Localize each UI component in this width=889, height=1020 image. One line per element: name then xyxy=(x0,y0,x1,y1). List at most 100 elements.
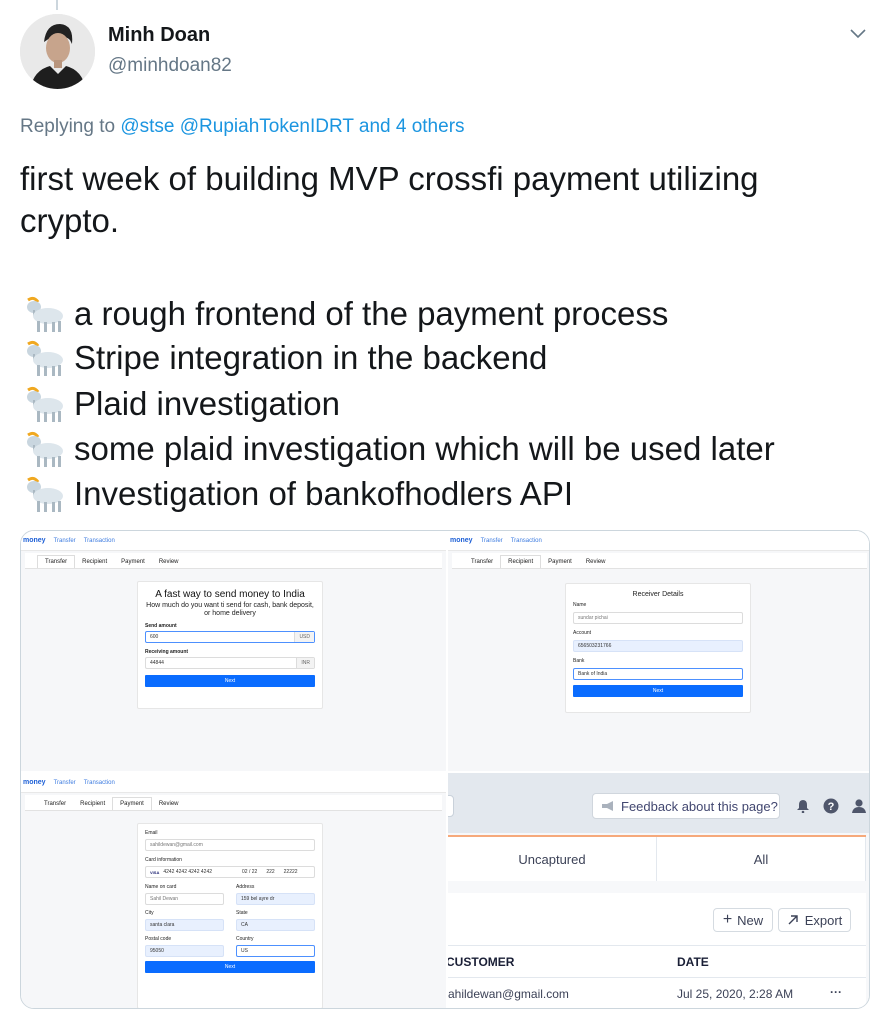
goat-emoji-icon xyxy=(27,431,63,467)
nav-transfer: Transfer xyxy=(480,537,503,544)
card-exp: 02 / 22 xyxy=(242,869,258,875)
new-label: New xyxy=(737,912,764,928)
state-input: CA xyxy=(236,919,315,931)
app-navbar: money Transfer Transaction xyxy=(448,531,869,551)
app-navbar: money Transfer Transaction xyxy=(21,531,446,551)
transfer-card: A fast way to send money to India How mu… xyxy=(137,581,323,709)
tab-transfer: Transfer xyxy=(471,559,494,565)
thread-line xyxy=(56,0,58,10)
send-amount-input: 600 USD xyxy=(145,631,315,643)
tab-recipient: Recipient xyxy=(80,801,106,807)
state-label: State xyxy=(236,910,248,916)
mention-rupiah[interactable]: @RupiahTokenIDRT xyxy=(180,116,354,137)
city-label: City xyxy=(145,910,154,916)
bullet-item: some plaid investigation which will be u… xyxy=(20,427,775,471)
author-name[interactable]: Minh Doan xyxy=(108,24,210,47)
plus-icon: + xyxy=(722,911,733,928)
bullet-text: some plaid investigation which will be u… xyxy=(74,430,775,467)
name-on-card-input: Sahil Dewan xyxy=(145,893,224,905)
name-col: Name on card Sahil Dewan xyxy=(145,884,224,905)
author-handle[interactable]: @minhdoan82 xyxy=(108,55,232,77)
svg-text:?: ? xyxy=(828,801,835,813)
postal-label: Postal code xyxy=(145,936,172,942)
tab-review: Review xyxy=(158,559,179,565)
transfer-screenshot[interactable]: money Transfer Transaction Transfer Reci… xyxy=(21,531,446,771)
address-label: Address xyxy=(236,884,255,890)
card-number: 4242 4242 4242 4242 xyxy=(163,869,213,875)
chevron-down-icon[interactable] xyxy=(846,24,870,44)
app-brand: money xyxy=(23,537,46,544)
postal-input: 95050 xyxy=(145,945,224,957)
visa-icon: VISA xyxy=(150,869,160,875)
card-cvc: 222 xyxy=(266,869,275,875)
email-input: sahildewan@gmail.com xyxy=(145,839,315,851)
bullet-item: Investigation of bankofhodlers API xyxy=(20,472,573,516)
mention-others[interactable]: and 4 others xyxy=(359,116,465,137)
tab-review: Review xyxy=(585,559,606,565)
export-arrow-icon xyxy=(788,915,798,925)
goat-emoji-icon xyxy=(27,476,63,512)
export-label: Export xyxy=(804,912,843,928)
country-col: Country US xyxy=(236,936,315,957)
megaphone-icon xyxy=(602,801,613,811)
tab-all: All xyxy=(657,837,866,881)
tab-payment: Payment xyxy=(548,559,572,565)
nav-transaction: Transaction xyxy=(510,537,542,544)
tweet-text: first week of building MVP crossfi payme… xyxy=(20,160,759,239)
goat-emoji-icon xyxy=(27,340,63,376)
bullet-text: Plaid investigation xyxy=(74,385,340,422)
transfer-subtitle: How much do you want ti send for cash, b… xyxy=(146,602,314,617)
recipient-screenshot[interactable]: money Transfer Transaction Transfer Reci… xyxy=(448,531,869,771)
table-divider xyxy=(448,945,866,946)
receiving-amount-label: Receiving amount xyxy=(145,649,189,655)
card-zip: 22222 xyxy=(283,869,298,875)
mention-stse[interactable]: @stse xyxy=(120,116,174,137)
tab-recipient: Recipient xyxy=(500,555,542,568)
city-state-row: City santa clara State CA xyxy=(145,910,315,931)
step-tabs: Transfer Recipient Payment Review xyxy=(452,553,867,569)
city-col: City santa clara xyxy=(145,910,224,931)
receive-currency: INR xyxy=(296,658,314,668)
help-icon: ? xyxy=(823,798,839,814)
country-input: US xyxy=(236,945,315,957)
send-amount-label: Send amount xyxy=(145,623,177,629)
row-date: Jul 25, 2020, 2:28 AM xyxy=(677,987,794,1001)
app-brand: money xyxy=(450,537,473,544)
bank-label: Bank xyxy=(573,658,585,664)
name-on-card-label: Name on card xyxy=(145,884,177,890)
send-currency: USD xyxy=(294,632,314,642)
table-divider xyxy=(448,977,866,978)
payment-screenshot[interactable]: money Transfer Transaction Transfer Reci… xyxy=(21,773,446,1008)
card-input: VISA 4242 4242 4242 4242 02 / 22 222 222… xyxy=(145,866,315,878)
media-grid[interactable]: money Transfer Transaction Transfer Reci… xyxy=(20,530,870,1009)
user-icon xyxy=(852,799,866,813)
tab-transfer: Transfer xyxy=(37,555,76,568)
search-box-edge xyxy=(448,795,454,817)
tab-uncaptured: Uncaptured xyxy=(448,837,657,881)
dashboard-screenshot[interactable]: Feedback about this page? ? Uncaptured A… xyxy=(448,773,869,1008)
bell-icon xyxy=(797,800,809,813)
city-input: santa clara xyxy=(145,919,224,931)
filter-tabs: Uncaptured All xyxy=(448,835,866,881)
step-tabs: Transfer Recipient Payment Review xyxy=(25,553,442,569)
address-col: Address 159 bel ayre dr xyxy=(236,884,315,905)
state-col: State CA xyxy=(236,910,315,931)
next-button: Next xyxy=(145,675,315,687)
bullet-text: Stripe integration in the backend xyxy=(74,339,548,376)
app-navbar: money Transfer Transaction xyxy=(21,773,446,793)
bank-input: Bank of India xyxy=(573,668,743,680)
nav-transfer: Transfer xyxy=(53,537,76,544)
replying-to: Replying to @stse @RupiahTokenIDRT and 4… xyxy=(20,116,465,138)
tab-transfer: Transfer xyxy=(44,801,67,807)
nav-transfer: Transfer xyxy=(53,779,76,786)
next-button: Next xyxy=(145,961,315,973)
nav-transaction: Transaction xyxy=(83,537,115,544)
bullet-text: a rough frontend of the payment process xyxy=(74,295,669,332)
send-amount-value: 600 xyxy=(150,634,159,640)
feedback-button: Feedback about this page? xyxy=(592,793,780,819)
next-button: Next xyxy=(573,685,743,697)
postal-col: Postal code 95050 xyxy=(145,936,224,957)
app-brand: money xyxy=(23,779,46,786)
export-button: Export xyxy=(778,908,851,932)
avatar[interactable] xyxy=(20,14,95,89)
